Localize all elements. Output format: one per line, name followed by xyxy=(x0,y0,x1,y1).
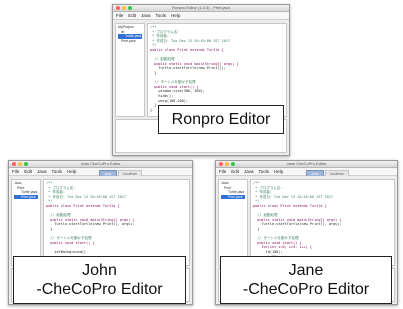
tab-jonathan[interactable]: Jonathan xyxy=(117,170,142,176)
code-line: setBackground() xyxy=(46,249,87,254)
title-bar: Jane CheCoPro Editor xyxy=(216,161,397,168)
code-editor[interactable]: /** * プログラム名: * 作成者: * 作成日: Tue Dec 13 2… xyxy=(147,23,287,117)
caption-line2: -CheCoPro Editor xyxy=(36,281,163,298)
caption-line2: -CheCoPro Editor xyxy=(242,281,370,298)
menu-bar: File Edit Java Tools Help Jane Jonathan xyxy=(9,168,192,176)
menu-help[interactable]: Help xyxy=(274,169,283,174)
tab-jane[interactable]: Jane xyxy=(99,170,117,176)
menu-file[interactable]: File xyxy=(12,169,19,174)
title-bar: Ronpro Editor (1.0.0) - Print.java xyxy=(113,5,289,12)
menu-tools[interactable]: Tools xyxy=(52,169,63,174)
menu-bar: File Edit Java Tools Help xyxy=(113,12,289,20)
file-tree: Java Print Turtle.java Print.java xyxy=(218,179,248,266)
menu-java[interactable]: Java xyxy=(141,13,151,18)
menu-java[interactable]: Java xyxy=(37,169,47,174)
caption-jane: Jane -CheCoPro Editor xyxy=(220,256,392,304)
caption-text: Ronpro Editor xyxy=(171,111,271,128)
caption-line1: Jane xyxy=(288,262,324,279)
member-tabs: Jane Jonathan xyxy=(99,168,142,176)
menu-help[interactable]: Help xyxy=(67,169,76,174)
code-editor[interactable]: /** * プログラム名: * 作成者: * 作成日: Tue Dec 13 2… xyxy=(43,179,190,266)
menu-edit[interactable]: Edit xyxy=(231,169,239,174)
menu-bar: File Edit Java Tools Help John Jonathan xyxy=(216,168,397,176)
file-tree: MyProject lib Turtle.java Print.java xyxy=(115,23,145,117)
menu-tools[interactable]: Tools xyxy=(259,169,270,174)
window-title: Jane CheCoPro Editor xyxy=(286,161,327,166)
tree-item[interactable]: Print.java xyxy=(14,194,38,199)
menu-edit[interactable]: Edit xyxy=(24,169,32,174)
file-tree: Java Print Turtle.java Print.java xyxy=(11,179,41,266)
menu-file[interactable]: File xyxy=(219,169,226,174)
window-title: John CheCoPro Editor xyxy=(80,161,121,166)
menu-help[interactable]: Help xyxy=(171,13,180,18)
caption-ronpro: Ronpro Editor xyxy=(158,105,284,134)
caption-line1: John xyxy=(82,262,117,279)
menu-tools[interactable]: Tools xyxy=(156,13,167,18)
tab-john[interactable]: John xyxy=(306,170,324,176)
menu-java[interactable]: Java xyxy=(244,169,254,174)
tree-item[interactable]: Print.java xyxy=(118,39,142,44)
title-bar: John CheCoPro Editor xyxy=(9,161,192,168)
tab-jonathan[interactable]: Jonathan xyxy=(324,170,349,176)
caption-john: John -CheCoPro Editor xyxy=(13,256,186,304)
tree-item[interactable]: Print.java xyxy=(221,194,245,199)
member-tabs: John Jonathan xyxy=(306,168,349,176)
window-title: Ronpro Editor (1.0.0) - Print.java xyxy=(172,5,230,10)
menu-edit[interactable]: Edit xyxy=(128,13,136,18)
code-editor[interactable]: /** * プログラム名: * 作成者: * 作成日: Tue Dec 13 2… xyxy=(250,179,395,266)
menu-file[interactable]: File xyxy=(116,13,123,18)
